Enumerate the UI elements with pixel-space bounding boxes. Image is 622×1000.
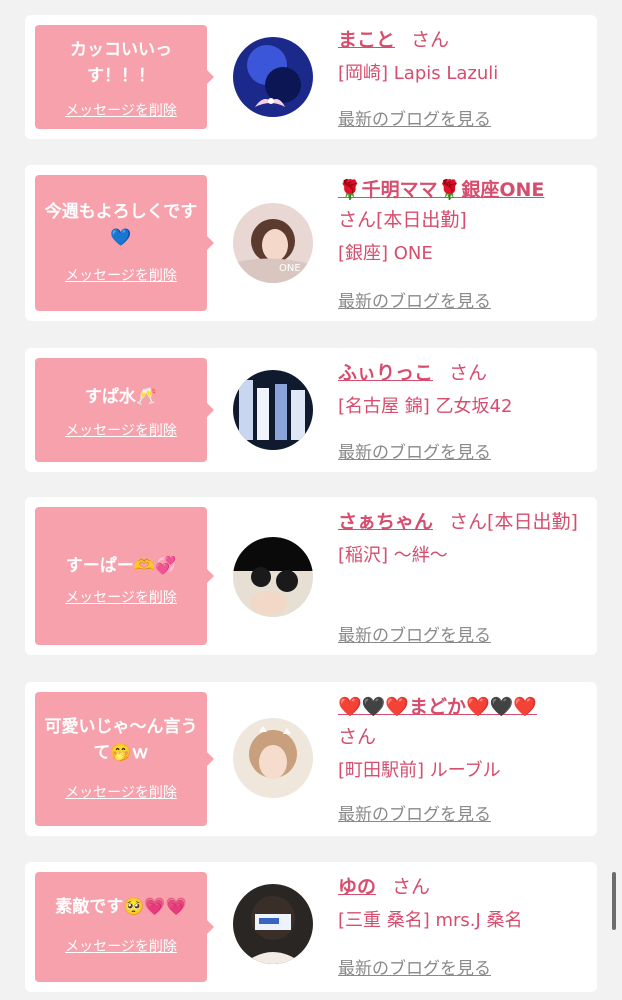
avatar-photo bbox=[233, 884, 313, 964]
profile-info: ❤️🖤❤️まどか❤️🖤❤️ さん [町田駅前] ルーブル bbox=[338, 692, 583, 786]
honorific: さん bbox=[338, 726, 377, 748]
profile-name-link[interactable]: まこと bbox=[338, 29, 395, 51]
scrollbar[interactable] bbox=[612, 872, 616, 930]
shop-location: [銀座] ONE bbox=[338, 243, 433, 264]
avatar[interactable] bbox=[233, 718, 313, 798]
message-bubble: 素敵です🥺💗💗 メッセージを削除 bbox=[35, 872, 214, 982]
shop-location: [町田駅前] ルーブル bbox=[338, 760, 501, 781]
avatar-photo bbox=[233, 718, 313, 798]
list-item: すぱ水🥂 メッセージを削除 ふぃりっこ さん [名古屋 錦] 乙女坂42 最新のブ… bbox=[25, 348, 597, 472]
avatar[interactable] bbox=[233, 884, 313, 964]
avatar[interactable] bbox=[233, 370, 313, 450]
profile-name-link[interactable]: ゆの bbox=[338, 876, 376, 898]
message-bubble: 今週もよろしくです💙 メッセージを削除 bbox=[35, 175, 214, 311]
profile-info: 🌹千明ママ🌹銀座ONE さん[本日出勤] [銀座] ONE bbox=[338, 175, 583, 269]
list-item: 可愛いじゃ〜ん言うて🤭ｗ メッセージを削除 ❤️🖤❤️まどか❤️🖤❤️ さん [… bbox=[25, 682, 597, 836]
honorific: さん bbox=[411, 29, 450, 51]
delete-message-link[interactable]: メッセージを削除 bbox=[35, 782, 207, 802]
avatar-photo: ONE bbox=[233, 203, 313, 283]
honorific: さん bbox=[338, 209, 377, 231]
shop-location: [名古屋 錦] 乙女坂42 bbox=[338, 396, 513, 417]
latest-blog-link[interactable]: 最新のブログを見る bbox=[338, 105, 491, 130]
shop-location: [三重 桑名] mrs.J 桑名 bbox=[338, 910, 523, 931]
message-bubble: カッコいいっす！！！ メッセージを削除 bbox=[35, 25, 214, 129]
message-bubble: すぱ水🥂 メッセージを削除 bbox=[35, 358, 214, 462]
avatar-photo bbox=[233, 37, 313, 117]
latest-blog-link[interactable]: 最新のブログを見る bbox=[338, 438, 491, 463]
avatar[interactable] bbox=[233, 37, 313, 117]
avatar-photo bbox=[233, 537, 313, 617]
profile-info: まこと さん [岡崎] Lapis Lazuli bbox=[338, 25, 583, 89]
message-text: 今週もよろしくです💙 bbox=[44, 202, 198, 248]
message-bubble: すーぱー🫶💞 メッセージを削除 bbox=[35, 507, 214, 645]
delete-message-link[interactable]: メッセージを削除 bbox=[35, 936, 207, 956]
shop-location: [稲沢] 〜絆〜 bbox=[338, 545, 448, 566]
avatar[interactable]: ONE bbox=[233, 203, 313, 283]
latest-blog-link[interactable]: 最新のブログを見る bbox=[338, 954, 491, 979]
profile-info: ゆの さん [三重 桑名] mrs.J 桑名 bbox=[338, 872, 583, 936]
message-bubble: 可愛いじゃ〜ん言うて🤭ｗ メッセージを削除 bbox=[35, 692, 214, 826]
profile-info: ふぃりっこ さん [名古屋 錦] 乙女坂42 bbox=[338, 358, 583, 422]
delete-message-link[interactable]: メッセージを削除 bbox=[35, 100, 207, 120]
delete-message-link[interactable]: メッセージを削除 bbox=[35, 265, 207, 285]
profile-name-link[interactable]: さぁちゃん bbox=[338, 511, 433, 533]
profile-name-link[interactable]: ❤️🖤❤️まどか❤️🖤❤️ bbox=[338, 696, 537, 718]
delete-message-link[interactable]: メッセージを削除 bbox=[35, 420, 207, 440]
latest-blog-link[interactable]: 最新のブログを見る bbox=[338, 621, 491, 646]
status-text: [本日出勤] bbox=[487, 511, 578, 533]
avatar[interactable] bbox=[233, 537, 313, 617]
shop-location: [岡崎] Lapis Lazuli bbox=[338, 63, 499, 84]
delete-message-link[interactable]: メッセージを削除 bbox=[35, 587, 207, 607]
list-item: すーぱー🫶💞 メッセージを削除 さぁちゃん さん[本日出勤] [稲沢] 〜絆〜 最… bbox=[25, 497, 597, 655]
honorific: さん bbox=[449, 362, 488, 384]
latest-blog-link[interactable]: 最新のブログを見る bbox=[338, 287, 491, 312]
list-item: 素敵です🥺💗💗 メッセージを削除 ゆの さん [三重 桑名] mrs.J 桑名 最… bbox=[25, 862, 597, 992]
avatar-photo bbox=[233, 370, 313, 450]
honorific: さん bbox=[449, 511, 488, 533]
status-text: [本日出勤] bbox=[376, 209, 467, 231]
latest-blog-link[interactable]: 最新のブログを見る bbox=[338, 800, 491, 825]
message-text: 素敵です🥺💗💗 bbox=[55, 897, 187, 917]
message-text: すぱ水🥂 bbox=[84, 387, 158, 407]
honorific: さん bbox=[392, 876, 431, 898]
svg-text:ONE: ONE bbox=[279, 263, 301, 274]
message-text: 可愛いじゃ〜ん言うて🤭ｗ bbox=[44, 717, 198, 763]
list-item: 今週もよろしくです💙 メッセージを削除 ONE 🌹千明ママ🌹銀座ONE さん[本… bbox=[25, 165, 597, 321]
profile-info: さぁちゃん さん[本日出勤] [稲沢] 〜絆〜 bbox=[338, 507, 583, 571]
profile-name-link[interactable]: ふぃりっこ bbox=[338, 362, 433, 384]
list-item: カッコいいっす！！！ メッセージを削除 まこと さん [岡崎] Lapis Laz… bbox=[25, 15, 597, 139]
message-text: すーぱー🫶💞 bbox=[65, 556, 177, 576]
message-text: カッコいいっす！！！ bbox=[70, 40, 172, 86]
profile-name-link[interactable]: 🌹千明ママ🌹銀座ONE bbox=[338, 179, 544, 201]
